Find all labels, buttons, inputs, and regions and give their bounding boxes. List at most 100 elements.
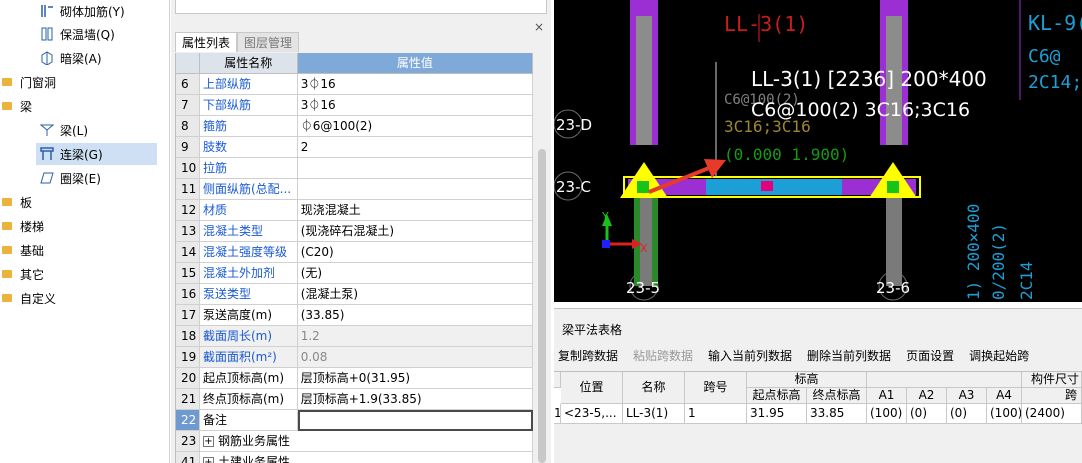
tree-folder-stairs[interactable]: 楼梯 <box>2 215 44 237</box>
header-a1[interactable]: A1 <box>867 388 907 404</box>
tree-item-beam[interactable]: 梁(L) <box>39 119 88 141</box>
property-row[interactable]: 20 起点顶标高(m) 层顶标高+0(31.95) <box>176 368 534 389</box>
property-group-label[interactable]: + 钢筋业务属性 <box>199 431 533 452</box>
property-value[interactable]: 现浇混凝土 <box>297 200 534 221</box>
property-row[interactable]: 13 混凝土类型 (现浇碎石混凝土) <box>176 221 534 242</box>
tree-folder-slab[interactable]: 板 <box>2 191 32 213</box>
tree-item-label: 保温墙(Q) <box>60 27 115 42</box>
page-setup-button[interactable]: 页面设置 <box>906 347 954 364</box>
cell-span-length[interactable]: (2400) <box>1022 404 1082 424</box>
property-row[interactable]: 9 肢数 2 <box>176 137 534 158</box>
cell-end-elevation[interactable]: 33.85 <box>807 404 867 424</box>
header-a2[interactable]: A2 <box>907 388 947 404</box>
property-value[interactable]: ⏀6@100(2) <box>297 116 534 137</box>
beam-table-row[interactable]: 1 <23-5,... LL-3(1) 1 31.95 33.85 (100) … <box>554 404 1082 424</box>
tree-item-coupling-beam[interactable]: 连梁(G) <box>36 143 157 165</box>
property-value[interactable]: 2 <box>297 137 534 158</box>
tree-folder-custom[interactable]: 自定义 <box>2 287 56 309</box>
row-number: 12 <box>176 200 200 221</box>
header-property-name[interactable]: 属性名称 <box>199 53 298 74</box>
property-group-rebar[interactable]: 23 + 钢筋业务属性 <box>176 431 533 452</box>
scrollbar-thumb[interactable] <box>538 149 546 463</box>
cad-side-label-2: 0/200(2) <box>989 223 1008 300</box>
property-row[interactable]: 15 混凝土外加剂 (无) <box>176 263 534 284</box>
property-row[interactable]: 11 侧面纵筋(总配... <box>176 179 534 200</box>
property-group-label[interactable]: + 土建业务属性 <box>200 452 533 463</box>
tree-folder-beam[interactable]: 梁 <box>2 95 32 117</box>
row-number: 14 <box>176 242 200 263</box>
close-icon[interactable]: × <box>534 20 544 34</box>
property-value[interactable] <box>297 158 534 179</box>
header-a4[interactable]: A4 <box>987 388 1022 404</box>
remarks-input[interactable] <box>297 410 533 431</box>
header-span[interactable]: 跨号 <box>685 372 747 404</box>
tree-item-label: 砌体加筋(Y) <box>60 4 125 19</box>
property-row[interactable]: 18 截面周长(m) 1.2 <box>176 326 534 347</box>
property-scrollbar[interactable] <box>537 53 547 463</box>
cell-a2[interactable]: (0) <box>907 404 947 424</box>
property-row[interactable]: 8 箍筋 ⏀6@100(2) <box>176 116 534 137</box>
header-a3[interactable]: A3 <box>947 388 987 404</box>
tree-item-insulation-wall[interactable]: 保温墙(Q) <box>40 23 115 45</box>
header-end-elevation[interactable]: 终点标高 <box>807 388 867 404</box>
cell-span[interactable]: 1 <box>685 404 747 424</box>
tree-item-masonry-rebar[interactable]: 砌体加筋(Y) <box>40 0 125 22</box>
property-row[interactable]: 14 混凝土强度等级 (C20) <box>176 242 534 263</box>
delete-column-data-button[interactable]: 删除当前列数据 <box>807 347 891 364</box>
cad-drawing-view[interactable]: LL-3(1) KL-9( C6@ 2C14; C6@100(2) 3C16;3… <box>554 0 1082 302</box>
insulation-wall-icon <box>40 27 54 41</box>
tab-layer-management[interactable]: 图层管理 <box>237 32 300 52</box>
property-value[interactable]: 层顶标高+0(31.95) <box>297 368 534 389</box>
axis-label-23c: 23-C <box>556 178 591 196</box>
property-value[interactable]: (C20) <box>297 242 534 263</box>
paste-span-data-button[interactable]: 粘贴跨数据 <box>633 347 693 364</box>
property-value[interactable]: 3⏀16 <box>297 95 534 116</box>
header-name[interactable]: 名称 <box>623 372 685 404</box>
property-row-remarks[interactable]: 22 备注 <box>176 410 533 431</box>
tree-folder-other[interactable]: 其它 <box>2 263 44 285</box>
property-value[interactable]: (现浇碎石混凝土) <box>297 221 534 242</box>
property-value[interactable]: (混凝土泵) <box>297 284 534 305</box>
tree-folder-doors-windows[interactable]: 门窗洞 <box>2 71 56 93</box>
property-value[interactable]: 层顶标高+1.9(33.85) <box>297 389 534 410</box>
property-row[interactable]: 7 下部纵筋 3⏀16 <box>176 95 534 116</box>
header-span-length[interactable]: 跨 <box>1022 388 1082 404</box>
input-column-data-button[interactable]: 输入当前列数据 <box>708 347 792 364</box>
cell-position[interactable]: <23-5,... <box>561 404 623 424</box>
copy-span-data-button[interactable]: 复制跨数据 <box>558 347 618 364</box>
tree-item-ring-beam[interactable]: 圈梁(E) <box>40 167 101 189</box>
cell-a1[interactable]: (100) <box>867 404 907 424</box>
cad-label-kl: KL-9( <box>1028 11 1082 35</box>
tree-item-label: 门窗洞 <box>20 75 57 90</box>
beam-table-toolbar: 复制跨数据 粘贴跨数据 输入当前列数据 删除当前列数据 页面设置 调换起始跨 <box>558 347 1029 364</box>
property-value[interactable] <box>297 179 534 200</box>
header-property-value[interactable]: 属性值 <box>297 53 534 74</box>
property-panel: × 属性列表 图层管理 属性名称 属性值 6 上部纵筋 3⏀16 7 下部纵筋 3⏀16… <box>171 0 551 463</box>
cell-a3[interactable]: (0) <box>947 404 987 424</box>
cell-a4[interactable]: (100) <box>987 404 1022 424</box>
cell-name[interactable]: LL-3(1) <box>623 404 685 424</box>
cell-start-elevation[interactable]: 31.95 <box>747 404 807 424</box>
property-value[interactable]: (无) <box>297 263 534 284</box>
tree-folder-foundation[interactable]: 基础 <box>2 239 44 261</box>
row-number: 17 <box>176 305 200 326</box>
property-value[interactable]: (33.85) <box>297 305 534 326</box>
tab-property-list[interactable]: 属性列表 <box>175 32 238 52</box>
row-number: 41 <box>176 452 200 463</box>
property-row[interactable]: 12 材质 现浇混凝土 <box>176 200 534 221</box>
property-row[interactable]: 10 拉筋 <box>176 158 534 179</box>
header-start-elevation[interactable]: 起点标高 <box>747 388 807 404</box>
row-number: 23 <box>176 431 200 452</box>
tree-item-hidden-beam[interactable]: 暗梁(A) <box>40 47 102 69</box>
header-position[interactable]: 位置 <box>561 372 623 404</box>
swap-start-span-button[interactable]: 调换起始跨 <box>969 347 1029 364</box>
property-row[interactable]: 16 泵送类型 (混凝土泵) <box>176 284 534 305</box>
property-row[interactable]: 21 终点顶标高(m) 层顶标高+1.9(33.85) <box>176 389 534 410</box>
property-row[interactable]: 17 泵送高度(m) (33.85) <box>176 305 534 326</box>
expand-icon[interactable]: + <box>202 457 214 463</box>
expand-icon[interactable]: + <box>202 436 214 447</box>
property-row[interactable]: 6 上部纵筋 3⏀16 <box>176 74 534 95</box>
property-row[interactable]: 19 截面面积(m²) 0.08 <box>176 347 534 368</box>
property-value[interactable]: 3⏀16 <box>297 74 534 95</box>
property-group-civil[interactable]: 41 + 土建业务属性 <box>176 452 533 463</box>
